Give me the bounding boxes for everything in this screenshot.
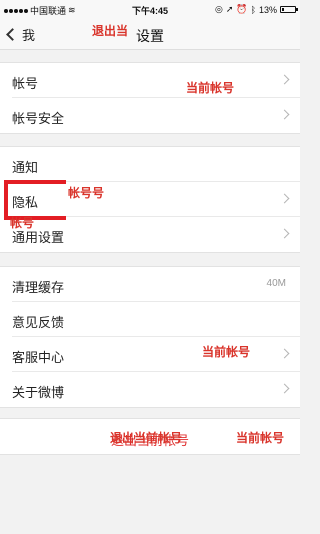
watermark-text: 帐号号: [68, 186, 105, 200]
watermark-text: 当前帐号: [236, 431, 285, 445]
settings-group-account: 帐号 帐号安全: [0, 62, 300, 134]
chevron-right-icon: [279, 228, 290, 239]
page-title: 设置: [136, 28, 164, 44]
row-label: 帐号安全: [12, 111, 65, 126]
settings-row-account-security[interactable]: 帐号安全: [12, 98, 300, 133]
settings-row-clear-cache[interactable]: 清理缓存 40M: [12, 267, 300, 302]
settings-row-notifications[interactable]: 通知: [12, 147, 300, 182]
settings-group-support: 清理缓存 40M 意见反馈 客服中心 关于微博: [0, 266, 300, 408]
bluetooth-icon: ᛒ: [250, 4, 256, 15]
settings-row-feedback[interactable]: 意见反馈: [12, 302, 300, 337]
settings-row-customer-service[interactable]: 客服中心: [12, 337, 300, 372]
watermark-text: 退出当: [92, 24, 129, 38]
chevron-right-icon: [279, 348, 290, 359]
watermark-text: 当前帐号: [186, 81, 235, 95]
watermark-text: 当前帐号: [202, 345, 251, 359]
status-right: ◎ ➚ ⏰ ᛒ 13%: [214, 4, 298, 15]
row-label: 关于微博: [12, 385, 65, 400]
row-label: 通知: [12, 160, 39, 175]
settings-row-about[interactable]: 关于微博: [12, 372, 300, 407]
row-label: 清理缓存: [12, 280, 65, 295]
watermark-text: 退出当前帐号: [110, 431, 183, 445]
row-label: 意见反馈: [12, 315, 65, 330]
battery-icon: [280, 6, 298, 13]
alarm-icon: ⏰: [236, 4, 248, 14]
lock-rotation-icon: ◎: [214, 4, 223, 14]
row-label: 客服中心: [12, 350, 65, 365]
status-bar: 中国联通 ≋ 下午4:45 ◎ ➚ ⏰ ᛒ 13%: [0, 0, 300, 18]
row-label: 帐号: [12, 76, 39, 91]
settings-row-account[interactable]: 帐号: [12, 63, 300, 98]
location-icon: ➚: [225, 4, 234, 14]
chevron-right-icon: [279, 193, 290, 204]
battery-percent: 13%: [258, 4, 277, 15]
chevron-right-icon: [279, 383, 290, 394]
chevron-right-icon: [279, 74, 290, 85]
watermark-text: 帐号: [10, 216, 35, 230]
settings-row-general-settings[interactable]: 通用设置: [12, 217, 300, 252]
nav-bar: 我 设置: [0, 18, 300, 50]
chevron-right-icon: [279, 109, 290, 120]
cache-size: 40M: [266, 278, 286, 289]
